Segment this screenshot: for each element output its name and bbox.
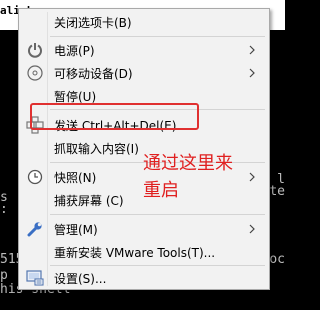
terminal-line: : [0,202,8,217]
menu-item-manage[interactable]: 管理(M) [21,218,267,240]
snapshot-clock-icon [23,166,47,188]
annotation-line: 通过这里来 [143,153,233,174]
menu-separator [50,265,265,266]
menu-item-label: 快照(N) [54,170,97,185]
menu-separator [50,214,265,215]
vm-context-menu: 关闭选项卡(B) 电源(P) 可移动设备(D) 暂停(U) 发送 Ctrl+Al… [18,8,270,290]
power-icon [23,39,47,61]
chevron-right-icon [249,45,255,55]
wrench-icon [23,218,47,240]
settings-icon [23,267,47,289]
chevron-right-icon [249,68,255,78]
chevron-right-icon [249,224,255,234]
annotation-text: 通过这里来 重启 [143,150,261,204]
menu-item-close-tab[interactable]: 关闭选项卡(B) [21,11,267,33]
menu-item-reinstall-vmware-tools[interactable]: 重新安装 VMware Tools(T)... [21,241,267,263]
menu-item-power[interactable]: 电源(P) [21,39,267,61]
annotation-line: 重启 [143,180,179,201]
menu-item-label: 捕获屏幕 (C) [54,193,124,208]
disc-icon [23,62,47,84]
terminal-line: te [269,184,285,199]
menu-item-label: 暂停(U) [54,89,97,104]
menu-item-label: 电源(P) [54,43,95,58]
terminal-line: p [0,268,8,283]
menu-separator [50,36,265,37]
menu-item-label: 设置(S)... [54,271,107,286]
menu-item-label: 关闭选项卡(B) [54,15,132,30]
menu-item-label: 管理(M) [54,222,98,237]
menu-item-removable-devices[interactable]: 可移动设备(D) [21,62,267,84]
menu-item-label: 可移动设备(D) [54,66,133,81]
annotation-highlight-box [30,103,199,130]
menu-item-label: 抓取输入内容(I) [54,141,139,156]
menu-item-settings[interactable]: 设置(S)... [21,267,267,289]
menu-item-label: 重新安装 VMware Tools(T)... [54,245,216,260]
